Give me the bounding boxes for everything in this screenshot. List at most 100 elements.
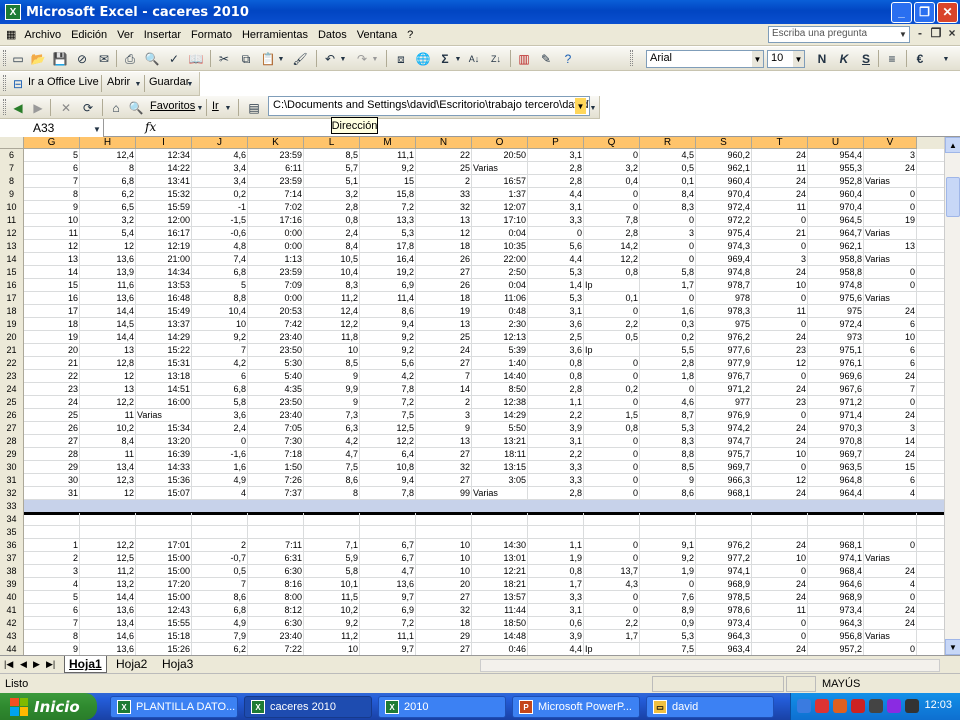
cell[interactable]: 0 xyxy=(584,448,640,460)
cell[interactable]: 973,4 xyxy=(808,604,864,616)
last-sheet-icon[interactable]: ▶| xyxy=(46,659,55,670)
cell[interactable]: 24 xyxy=(752,539,808,551)
cell[interactable]: Varias xyxy=(472,162,528,174)
cell[interactable]: 0,8 xyxy=(528,357,584,369)
cell[interactable]: -0,6 xyxy=(192,227,248,239)
security-icon[interactable] xyxy=(815,699,829,713)
cell[interactable]: 13:01 xyxy=(472,552,528,564)
cell[interactable]: 15:18 xyxy=(136,630,192,642)
cell[interactable]: 1,5 xyxy=(584,409,640,421)
cell[interactable]: 6:30 xyxy=(248,617,304,629)
cell[interactable]: 1,6 xyxy=(192,461,248,473)
cell[interactable]: 24 xyxy=(864,305,917,317)
cell[interactable]: 7:26 xyxy=(248,474,304,486)
cell[interactable]: 9,1 xyxy=(640,539,696,551)
cell[interactable]: 11:44 xyxy=(472,604,528,616)
cell[interactable]: Ip xyxy=(584,344,640,356)
cell[interactable]: 0 xyxy=(584,487,640,499)
chart-wizard-icon[interactable]: ▥ xyxy=(516,51,532,67)
help-icon[interactable]: ? xyxy=(560,51,576,67)
redo-dropdown-icon[interactable]: ▼ xyxy=(370,51,380,67)
excel-icon[interactable]: X xyxy=(5,4,21,20)
row-header[interactable]: 33 xyxy=(0,500,24,513)
task-2010[interactable]: X 2010 xyxy=(378,696,506,718)
cell[interactable]: 0:00 xyxy=(248,240,304,252)
cell[interactable]: 14:51 xyxy=(136,383,192,395)
cell[interactable]: 27 xyxy=(416,474,472,486)
cell[interactable]: 7:05 xyxy=(248,422,304,434)
cell[interactable]: 2:30 xyxy=(472,318,528,330)
permission-icon[interactable]: ⊘ xyxy=(74,51,90,67)
cell[interactable]: 8,9 xyxy=(640,604,696,616)
cell[interactable] xyxy=(696,513,752,525)
cell[interactable]: 0 xyxy=(192,435,248,447)
cell[interactable]: Varias xyxy=(864,630,917,642)
cell[interactable]: 7,2 xyxy=(360,201,416,213)
favorites-button[interactable]: Favoritos xyxy=(150,100,195,112)
cell[interactable]: 15:26 xyxy=(136,643,192,655)
cell[interactable]: 12 xyxy=(80,370,136,382)
cell[interactable]: 1,9 xyxy=(640,565,696,577)
cell[interactable]: 26 xyxy=(416,279,472,291)
cell[interactable]: 4 xyxy=(864,578,917,590)
cell[interactable]: 15,8 xyxy=(360,188,416,200)
cell[interactable]: 0:48 xyxy=(472,305,528,317)
cell[interactable]: 12,5 xyxy=(360,422,416,434)
cell[interactable]: 14:30 xyxy=(472,539,528,551)
cell[interactable]: 0 xyxy=(752,409,808,421)
cell[interactable]: 0 xyxy=(584,435,640,447)
cell[interactable]: 7 xyxy=(24,175,80,187)
cell[interactable]: 9 xyxy=(24,201,80,213)
cell[interactable]: 8:12 xyxy=(248,604,304,616)
cell[interactable]: 1:40 xyxy=(472,357,528,369)
cell[interactable]: 12,2 xyxy=(584,253,640,265)
cell[interactable]: 0 xyxy=(584,149,640,161)
toolbar-grip[interactable] xyxy=(3,75,6,91)
cell[interactable]: 970,4 xyxy=(808,201,864,213)
cell[interactable]: 15:00 xyxy=(136,565,192,577)
cell[interactable]: 2,2 xyxy=(584,318,640,330)
cell[interactable]: 968,1 xyxy=(808,539,864,551)
cell[interactable]: 32 xyxy=(416,461,472,473)
row-header[interactable]: 30 xyxy=(0,461,24,474)
cell[interactable]: 8,5 xyxy=(640,461,696,473)
cell[interactable]: 0,6 xyxy=(528,617,584,629)
cell[interactable]: 12,4 xyxy=(80,149,136,161)
cell[interactable]: 21 xyxy=(752,227,808,239)
cell[interactable]: 964,4 xyxy=(808,487,864,499)
sheet-tab-hoja1[interactable]: Hoja1 xyxy=(64,656,107,673)
cell[interactable]: 11 xyxy=(752,201,808,213)
cell[interactable]: 3,3 xyxy=(528,474,584,486)
show-web-toolbar-icon[interactable]: ▤ xyxy=(246,100,262,116)
copy-icon[interactable]: ⧉ xyxy=(238,51,254,67)
cell[interactable]: 27 xyxy=(416,591,472,603)
column-header[interactable]: N xyxy=(416,137,472,149)
home-icon[interactable]: ⌂ xyxy=(108,100,124,116)
web-toolbar-options-icon[interactable]: ▼ xyxy=(588,100,598,116)
cell[interactable]: 975,4 xyxy=(696,227,752,239)
cell[interactable]: 7,5 xyxy=(304,461,360,473)
cell[interactable]: 3 xyxy=(24,565,80,577)
cell[interactable]: 960,2 xyxy=(696,149,752,161)
cell[interactable]: 11:06 xyxy=(472,292,528,304)
row-header[interactable]: 37 xyxy=(0,552,24,565)
cell[interactable]: 20:53 xyxy=(248,305,304,317)
row-header[interactable]: 14 xyxy=(0,253,24,266)
cell[interactable]: 18:21 xyxy=(472,578,528,590)
go-dropdown-icon[interactable]: ▼ xyxy=(224,100,232,116)
cell[interactable]: 18 xyxy=(416,240,472,252)
menu-archivo[interactable]: Archivo xyxy=(19,29,66,41)
cell[interactable]: 25 xyxy=(24,409,80,421)
menu-formato[interactable]: Formato xyxy=(186,29,237,41)
cell[interactable] xyxy=(80,526,136,538)
undo-dropdown-icon[interactable]: ▼ xyxy=(338,51,348,67)
cell[interactable]: 968,4 xyxy=(808,565,864,577)
row-header[interactable]: 8 xyxy=(0,175,24,188)
doc-restore-button[interactable]: ❐ xyxy=(929,26,943,40)
cell[interactable]: 2 xyxy=(416,396,472,408)
cell[interactable]: 0 xyxy=(864,643,917,655)
close-button[interactable]: ✕ xyxy=(937,1,958,23)
cell[interactable]: 0 xyxy=(584,201,640,213)
column-header[interactable]: M xyxy=(360,137,416,149)
cell[interactable]: 7:09 xyxy=(248,279,304,291)
